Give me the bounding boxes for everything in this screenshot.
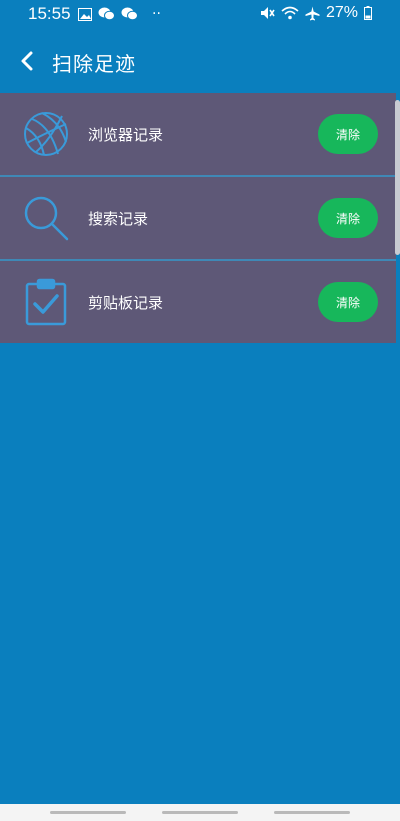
clear-search-history-button[interactable]: 清除 bbox=[318, 198, 378, 238]
airplane-icon bbox=[305, 6, 320, 21]
list-item-label: 搜索记录 bbox=[88, 210, 149, 228]
battery-percentage: 27% bbox=[325, 4, 358, 21]
notification-icons: ·· bbox=[78, 6, 161, 22]
list-item-search-history: 搜索记录 清除 bbox=[0, 177, 396, 261]
status-bar: 15:55 ·· 27% bbox=[0, 0, 400, 28]
status-time: 15:55 bbox=[28, 4, 71, 23]
wechat-icon bbox=[98, 7, 115, 21]
search-icon bbox=[24, 196, 69, 241]
nav-back-button[interactable] bbox=[274, 811, 350, 814]
clear-clipboard-history-button[interactable]: 清除 bbox=[318, 282, 378, 322]
list-item-clipboard-history: 剪贴板记录 清除 bbox=[0, 261, 396, 343]
wechat-icon bbox=[121, 7, 138, 21]
clipboard-check-icon bbox=[25, 278, 67, 326]
back-button[interactable] bbox=[12, 46, 42, 76]
wifi-icon bbox=[281, 6, 299, 20]
system-icons: 27% bbox=[260, 4, 372, 22]
chevron-left-icon bbox=[21, 51, 33, 71]
nav-home-button[interactable] bbox=[162, 811, 238, 814]
nav-recent-apps-button[interactable] bbox=[50, 811, 126, 814]
scrollbar[interactable] bbox=[395, 100, 400, 255]
battery-icon bbox=[364, 6, 372, 20]
clear-browser-history-button[interactable]: 清除 bbox=[318, 114, 378, 154]
list-item-label: 浏览器记录 bbox=[88, 126, 164, 144]
list-item-label: 剪贴板记录 bbox=[88, 294, 164, 312]
page-title: 扫除足迹 bbox=[52, 52, 136, 76]
globe-icon bbox=[24, 112, 68, 156]
mute-icon bbox=[260, 6, 275, 20]
list-item-browser-history: 浏览器记录 清除 bbox=[0, 93, 396, 177]
system-navigation-bar bbox=[0, 804, 400, 821]
record-list: 浏览器记录 清除 搜索记录 清除 剪贴板记录 清除 bbox=[0, 93, 396, 343]
gallery-icon bbox=[78, 7, 92, 21]
app-bar: 扫除足迹 bbox=[0, 30, 400, 92]
more-notifications-dots: ·· bbox=[152, 6, 161, 22]
